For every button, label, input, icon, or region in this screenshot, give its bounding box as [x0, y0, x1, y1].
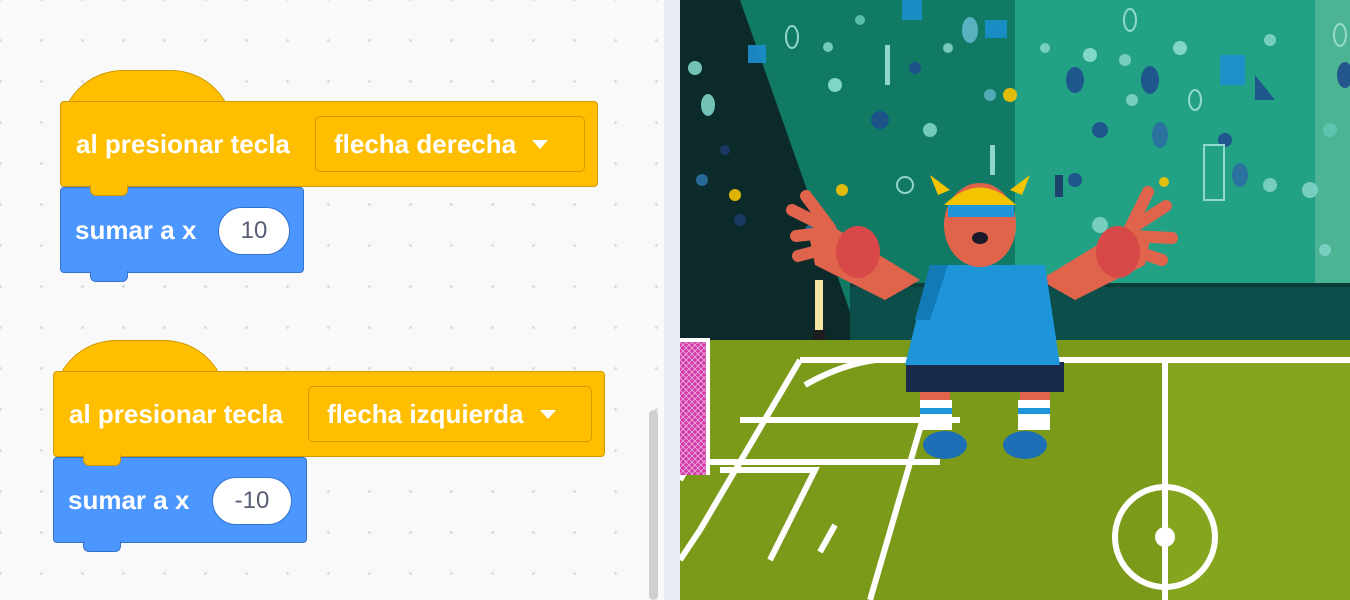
dropdown-arrow-icon	[539, 409, 556, 419]
center-spot	[1155, 527, 1175, 547]
stage-canvas	[680, 0, 1350, 600]
block-notch	[83, 541, 121, 552]
hat-block-label: al presionar tecla	[76, 128, 290, 159]
goal	[680, 338, 710, 475]
when-key-pressed-block[interactable]: al presionar tecla flecha izquierda	[53, 371, 605, 457]
change-x-by-block[interactable]: sumar a x 10	[60, 187, 304, 273]
script-right-arrow[interactable]: al presionar tecla flecha derecha sumar …	[60, 70, 620, 290]
motion-block-label: sumar a x	[75, 214, 197, 245]
change-x-value-input[interactable]: -10	[212, 477, 292, 525]
vertical-scrollbar[interactable]	[649, 410, 658, 600]
motion-block-label: sumar a x	[68, 484, 190, 515]
dropdown-arrow-icon	[532, 139, 549, 149]
block-notch	[90, 185, 128, 196]
pitch-shade	[1165, 360, 1350, 600]
block-notch	[90, 271, 128, 282]
stage[interactable]	[680, 0, 1350, 600]
change-x-value-input[interactable]: 10	[218, 207, 290, 255]
key-dropdown-value: flecha derecha	[334, 128, 517, 159]
when-key-pressed-block[interactable]: al presionar tecla flecha derecha	[60, 101, 598, 187]
block-notch	[83, 455, 121, 466]
stands-far-right	[1315, 0, 1350, 300]
code-area[interactable]: al presionar tecla flecha derecha sumar …	[0, 0, 664, 600]
key-dropdown-value: flecha izquierda	[327, 398, 524, 429]
change-x-by-block[interactable]: sumar a x -10	[53, 457, 307, 543]
panel-divider	[664, 0, 680, 600]
key-dropdown[interactable]: flecha derecha	[315, 116, 585, 172]
key-dropdown[interactable]: flecha izquierda	[308, 386, 592, 442]
script-left-arrow[interactable]: al presionar tecla flecha izquierda suma…	[53, 340, 633, 560]
hat-block-label: al presionar tecla	[69, 398, 283, 429]
